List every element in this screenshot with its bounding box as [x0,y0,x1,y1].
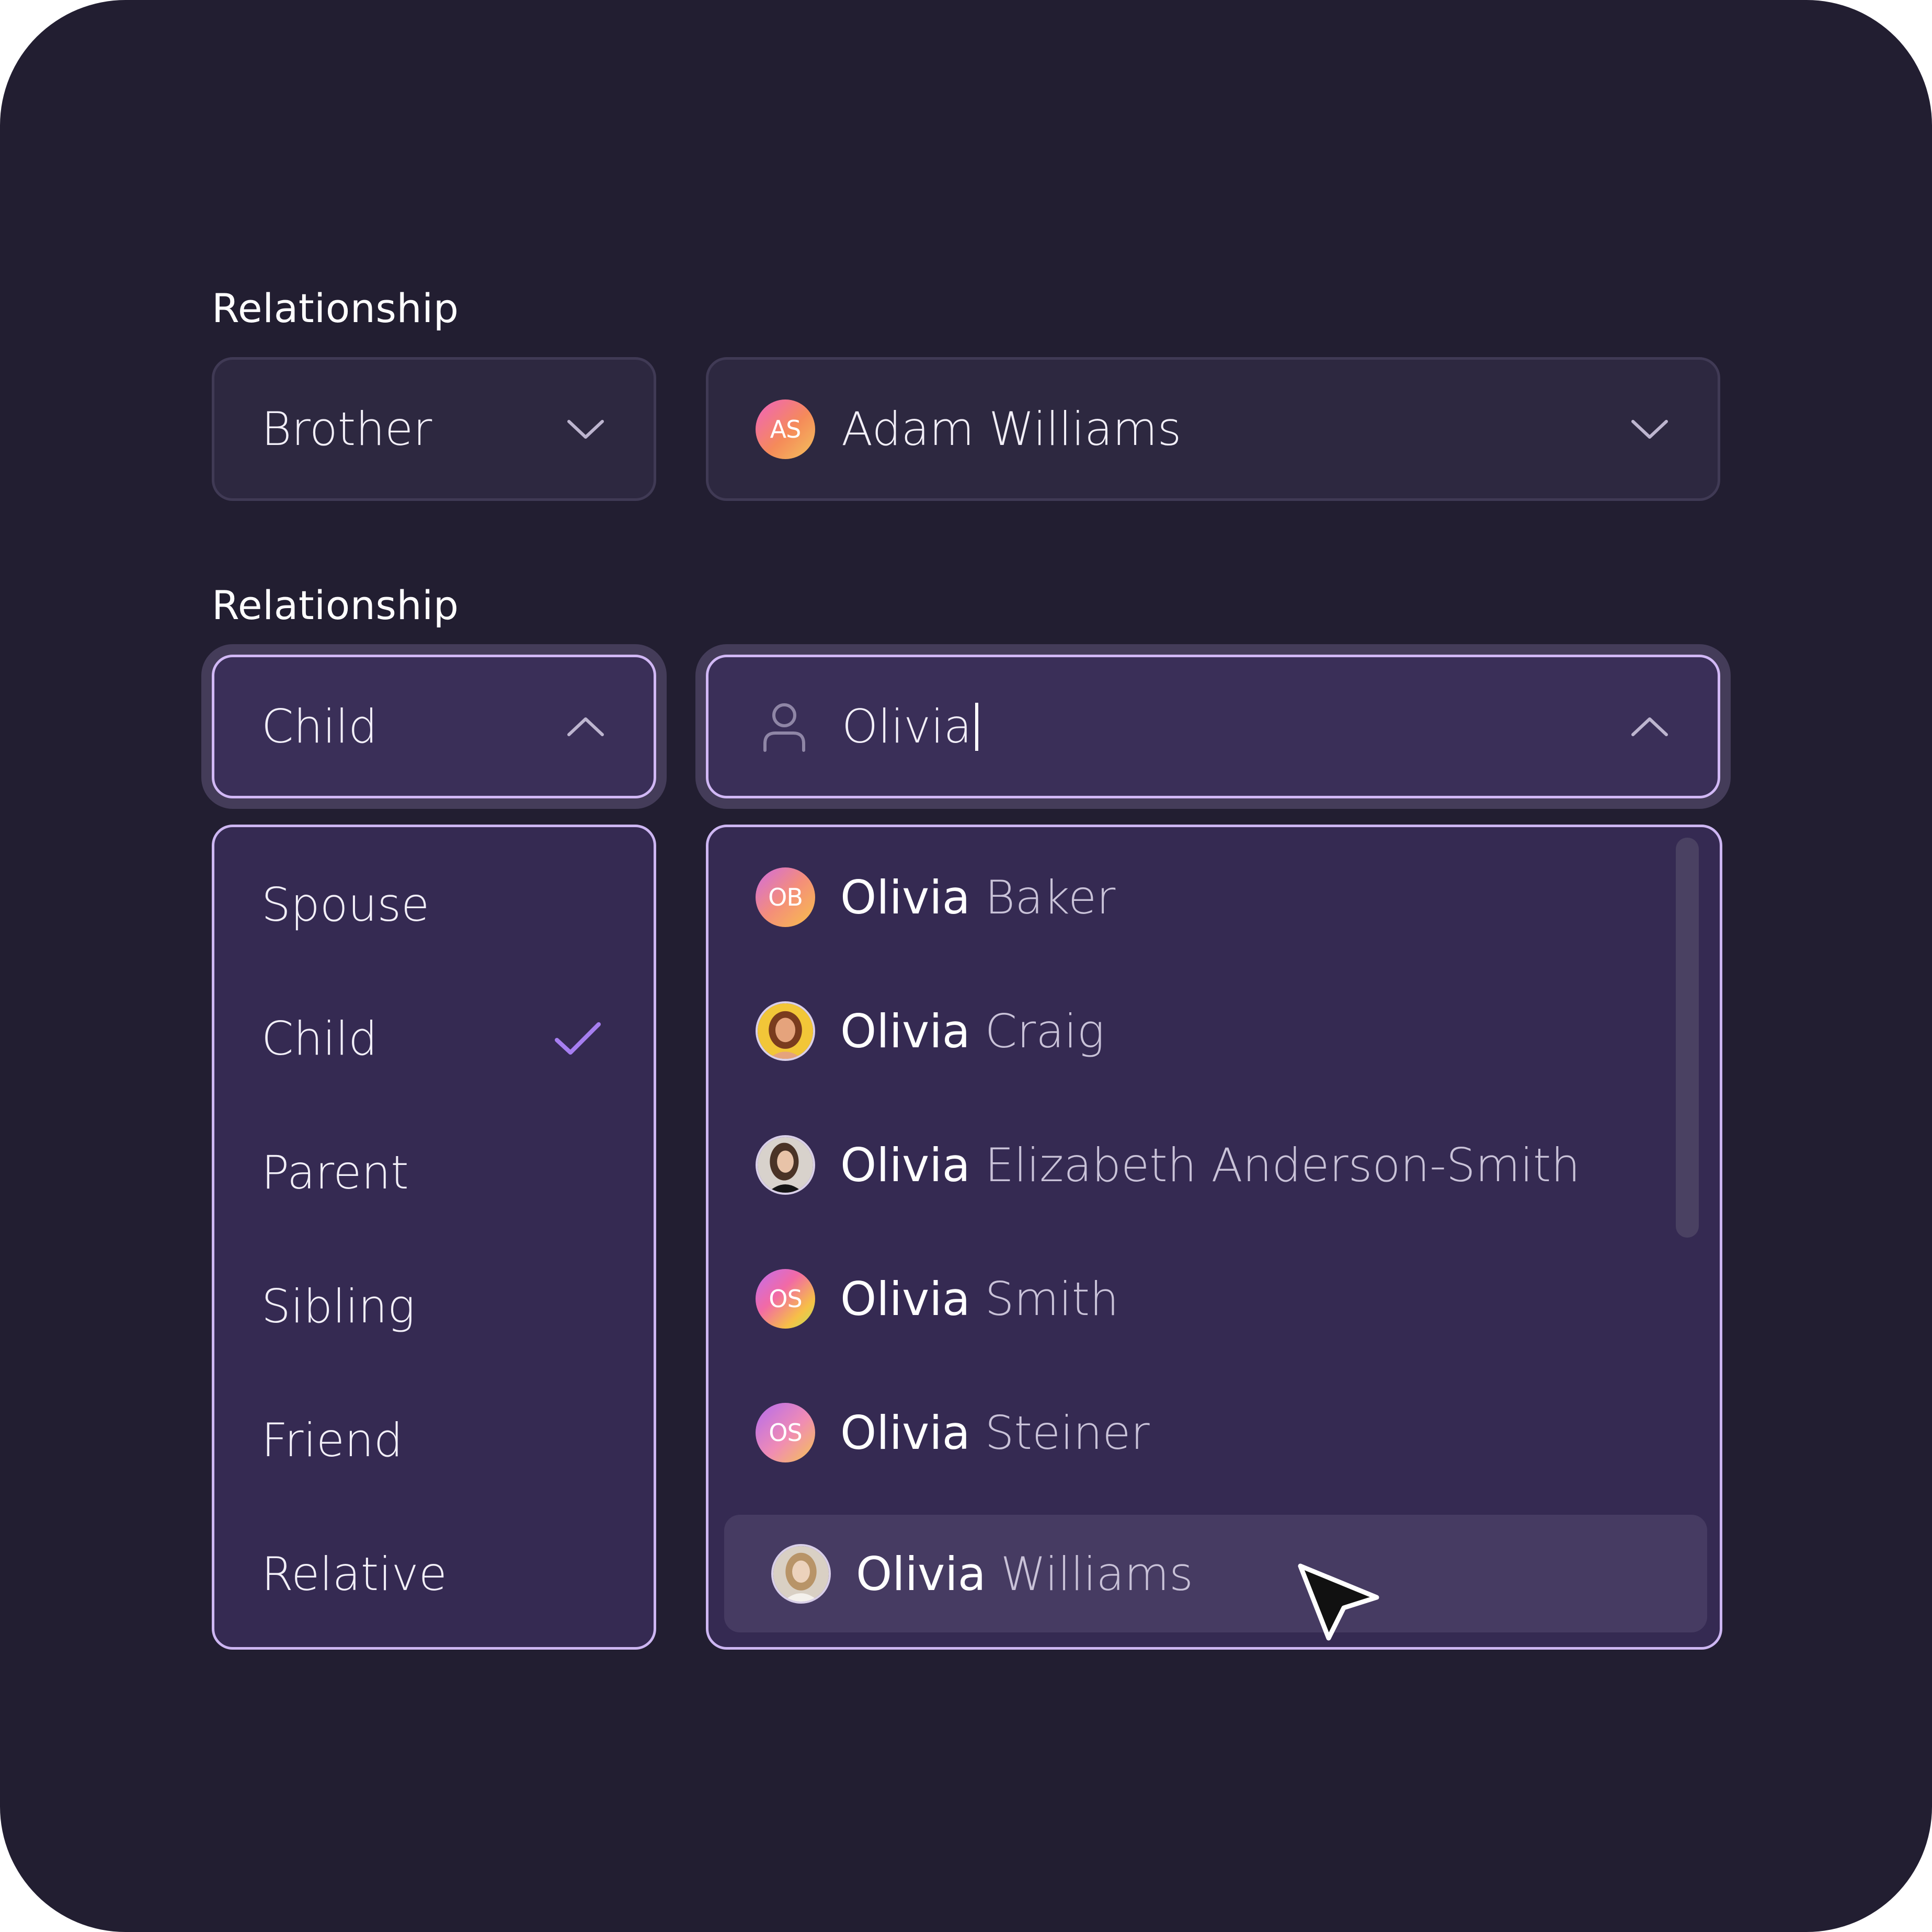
option-friend[interactable]: Friend [261,1413,403,1467]
person-row-olivia-smith[interactable]: OS Olivia Smith [756,1269,1119,1329]
person-last-name: Baker [985,870,1116,924]
avatar-photo-olivia-craig [756,1001,815,1061]
avatar-olivia-steiner: OS [756,1403,815,1462]
chevron-up-icon [567,717,604,736]
user-icon [763,703,805,752]
avatar-photo-olivia-williams [771,1544,831,1604]
chevron-up-icon [1631,717,1668,736]
person-last-name: Elizabeth Anderson-Smith [985,1138,1581,1192]
scrollbar-thumb[interactable] [1676,838,1699,1238]
avatar-olivia-smith: OS [756,1269,815,1329]
person-row-olivia-craig[interactable]: Olivia Craig [756,1001,1104,1061]
option-sibling[interactable]: Sibling [261,1279,415,1333]
person-first-name: Olivia [856,1547,986,1601]
person-last-name: Craig [985,1004,1105,1058]
person-last-name: Smith [985,1272,1119,1326]
text-caret [975,702,978,751]
option-parent[interactable]: Parent [261,1146,409,1199]
relationship-select-closed[interactable]: Brother [212,357,656,501]
mouse-pointer-icon [1298,1563,1379,1641]
option-spouse[interactable]: Spouse [261,878,429,932]
people-results-list: OB Olivia Baker Olivia Craig Olivia Eliz… [706,825,1722,1650]
relationship-card: Relationship Brother AS Adam Williams Re… [0,0,1932,1932]
person-row-olivia-williams[interactable]: Olivia Williams [771,1544,1193,1604]
chevron-down-icon [1631,419,1668,439]
relationship-select-open[interactable]: Child [212,655,656,798]
person-last-name: Williams [1000,1547,1193,1601]
person-first-name: Olivia [840,1004,970,1058]
option-relative[interactable]: Relative [261,1547,447,1601]
relationship-select-value: Brother [261,402,432,456]
relationship-select-value: Child [261,700,378,753]
person-first-name: Olivia [840,870,970,924]
person-select-value: Adam Williams [841,402,1182,456]
person-search-input[interactable]: Olivia [842,700,972,753]
avatar-adam-williams: AS [756,399,815,459]
person-first-name: Olivia [840,1272,970,1326]
avatar-photo-olivia-elizabeth-anderson-smith [756,1135,815,1195]
person-first-name: Olivia [840,1138,970,1192]
person-last-name: Steiner [985,1405,1150,1460]
avatar-olivia-baker: OB [756,867,815,927]
chevron-down-icon [567,419,604,439]
section-label-2: Relationship [212,582,459,628]
person-select-closed[interactable]: AS Adam Williams [706,357,1720,501]
person-row-olivia-baker[interactable]: OB Olivia Baker [756,867,1115,927]
person-first-name: Olivia [840,1405,970,1460]
person-search-field[interactable]: Olivia [706,655,1720,798]
person-row-olivia-elizabeth-anderson-smith[interactable]: Olivia Elizabeth Anderson-Smith [756,1135,1580,1195]
person-row-olivia-steiner[interactable]: OS Olivia Steiner [756,1403,1150,1462]
relationship-options-list: Spouse Child Parent Sibling Friend Relat… [212,825,656,1650]
option-child[interactable]: Child [261,1012,378,1066]
checkmark-icon [555,1022,601,1055]
section-label-1: Relationship [212,285,459,331]
